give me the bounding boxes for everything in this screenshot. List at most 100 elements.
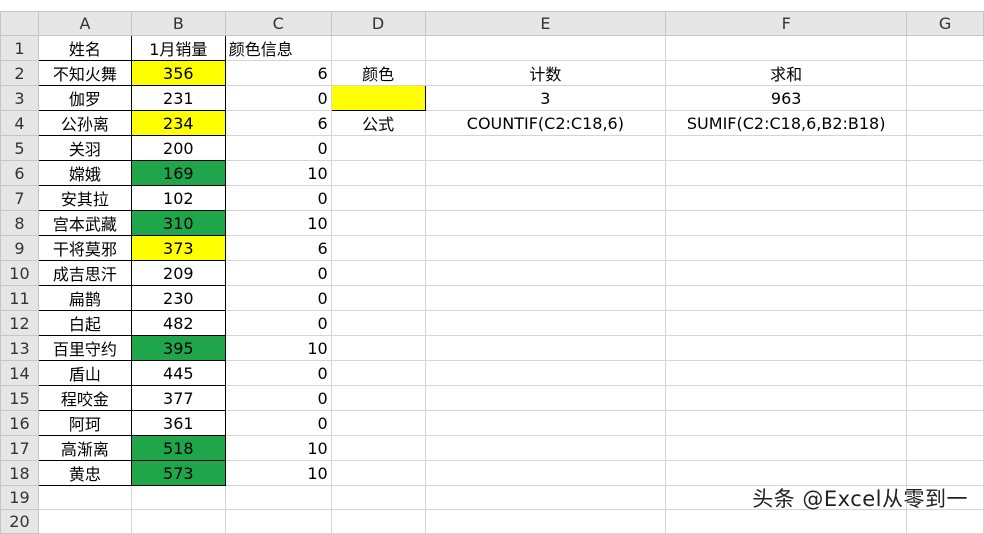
cell-e14[interactable] bbox=[424, 360, 667, 386]
cell-c16[interactable]: 0 bbox=[224, 410, 332, 436]
cell-a3[interactable]: 伽罗 bbox=[37, 85, 132, 111]
cell-a8[interactable]: 宫本武藏 bbox=[37, 210, 132, 236]
cell-a10[interactable]: 成吉思汗 bbox=[37, 260, 132, 286]
cell-c3[interactable]: 0 bbox=[224, 85, 332, 111]
cell-d11[interactable] bbox=[330, 285, 426, 311]
cell-g5[interactable] bbox=[906, 135, 984, 161]
cell-g9[interactable] bbox=[906, 235, 984, 261]
row-header[interactable]: 4 bbox=[0, 110, 39, 136]
cell-b9[interactable]: 373 bbox=[130, 235, 226, 261]
row-header[interactable]: 19 bbox=[0, 485, 39, 510]
cell-b16[interactable]: 361 bbox=[130, 410, 226, 436]
row-header[interactable]: 1 bbox=[0, 35, 39, 61]
cell-g15[interactable] bbox=[906, 385, 984, 411]
cell-g10[interactable] bbox=[906, 260, 984, 286]
cell-g11[interactable] bbox=[906, 285, 984, 311]
cell-e13[interactable] bbox=[424, 335, 667, 361]
cell-b4[interactable]: 234 bbox=[130, 110, 226, 136]
cell-b5[interactable]: 200 bbox=[130, 135, 226, 161]
row-header[interactable]: 14 bbox=[0, 360, 39, 386]
row-header[interactable]: 18 bbox=[0, 460, 39, 486]
column-header-d[interactable]: D bbox=[330, 11, 426, 36]
column-header-f[interactable]: F bbox=[665, 11, 908, 36]
cell-f15[interactable] bbox=[665, 385, 908, 411]
cell-c11[interactable]: 0 bbox=[224, 285, 332, 311]
cell-a7[interactable]: 安其拉 bbox=[37, 185, 132, 211]
cell-f5[interactable] bbox=[665, 135, 908, 161]
cell-b18[interactable]: 573 bbox=[130, 460, 226, 486]
cell-b17[interactable]: 518 bbox=[130, 435, 226, 461]
row-header[interactable]: 7 bbox=[0, 185, 39, 211]
cell-b1[interactable]: 1月销量 bbox=[130, 35, 226, 61]
cell-e11[interactable] bbox=[424, 285, 667, 311]
cell-e7[interactable] bbox=[424, 185, 667, 211]
cell-g14[interactable] bbox=[906, 360, 984, 386]
cell-d9[interactable] bbox=[330, 235, 426, 261]
cell-e5[interactable] bbox=[424, 135, 667, 161]
cell-c13[interactable]: 10 bbox=[224, 335, 332, 361]
cell-g2[interactable] bbox=[906, 60, 984, 86]
select-all-corner[interactable] bbox=[0, 11, 39, 36]
cell-e15[interactable] bbox=[424, 385, 667, 411]
cell-d5[interactable] bbox=[330, 135, 426, 161]
cell-d20[interactable] bbox=[330, 509, 426, 534]
cell-f7[interactable] bbox=[665, 185, 908, 211]
cell-d4[interactable]: 公式 bbox=[330, 110, 426, 136]
cell-f20[interactable] bbox=[665, 509, 908, 534]
cell-f8[interactable] bbox=[665, 210, 908, 236]
cell-g12[interactable] bbox=[906, 310, 984, 336]
cell-d12[interactable] bbox=[330, 310, 426, 336]
cell-a1[interactable]: 姓名 bbox=[37, 35, 132, 61]
cell-g17[interactable] bbox=[906, 435, 984, 461]
row-header[interactable]: 3 bbox=[0, 85, 39, 111]
cell-d6[interactable] bbox=[330, 160, 426, 186]
cell-c9[interactable]: 6 bbox=[224, 235, 332, 261]
cell-e16[interactable] bbox=[424, 410, 667, 436]
row-header[interactable]: 10 bbox=[0, 260, 39, 286]
cell-f9[interactable] bbox=[665, 235, 908, 261]
cell-f4[interactable]: SUMIF(C2:C18,6,B2:B18) bbox=[665, 110, 908, 136]
cell-f16[interactable] bbox=[665, 410, 908, 436]
cell-a9[interactable]: 干将莫邪 bbox=[37, 235, 132, 261]
cell-f2[interactable]: 求和 bbox=[665, 60, 908, 86]
cell-a15[interactable]: 程咬金 bbox=[37, 385, 132, 411]
cell-g20[interactable] bbox=[906, 509, 984, 534]
row-header[interactable]: 9 bbox=[0, 235, 39, 261]
row-header[interactable]: 6 bbox=[0, 160, 39, 186]
cell-b15[interactable]: 377 bbox=[130, 385, 226, 411]
cell-g6[interactable] bbox=[906, 160, 984, 186]
cell-a12[interactable]: 白起 bbox=[37, 310, 132, 336]
cell-a17[interactable]: 高渐离 bbox=[37, 435, 132, 461]
cell-b2[interactable]: 356 bbox=[130, 60, 226, 86]
cell-e20[interactable] bbox=[424, 509, 667, 534]
cell-e2[interactable]: 计数 bbox=[424, 60, 667, 86]
cell-e3[interactable]: 3 bbox=[424, 85, 667, 111]
cell-a5[interactable]: 关羽 bbox=[37, 135, 132, 161]
cell-e18[interactable] bbox=[424, 460, 667, 486]
cell-g7[interactable] bbox=[906, 185, 984, 211]
cell-c8[interactable]: 10 bbox=[224, 210, 332, 236]
cell-c12[interactable]: 0 bbox=[224, 310, 332, 336]
cell-e10[interactable] bbox=[424, 260, 667, 286]
cell-f13[interactable] bbox=[665, 335, 908, 361]
cell-a11[interactable]: 扁鹊 bbox=[37, 285, 132, 311]
cell-b12[interactable]: 482 bbox=[130, 310, 226, 336]
column-header-b[interactable]: B bbox=[130, 11, 226, 36]
row-header[interactable]: 15 bbox=[0, 385, 39, 411]
cell-f11[interactable] bbox=[665, 285, 908, 311]
cell-d2[interactable]: 颜色 bbox=[330, 60, 426, 86]
row-header[interactable]: 16 bbox=[0, 410, 39, 436]
cell-f10[interactable] bbox=[665, 260, 908, 286]
column-header-e[interactable]: E bbox=[424, 11, 667, 36]
cell-f3[interactable]: 963 bbox=[665, 85, 908, 111]
cell-c1[interactable]: 颜色信息 bbox=[224, 35, 332, 61]
cell-g3[interactable] bbox=[906, 85, 984, 111]
row-header[interactable]: 11 bbox=[0, 285, 39, 311]
row-header[interactable]: 8 bbox=[0, 210, 39, 236]
cell-d10[interactable] bbox=[330, 260, 426, 286]
row-header[interactable]: 13 bbox=[0, 335, 39, 361]
cell-e8[interactable] bbox=[424, 210, 667, 236]
cell-c20[interactable] bbox=[224, 509, 332, 534]
cell-c19[interactable] bbox=[224, 485, 332, 510]
cell-c2[interactable]: 6 bbox=[224, 60, 332, 86]
